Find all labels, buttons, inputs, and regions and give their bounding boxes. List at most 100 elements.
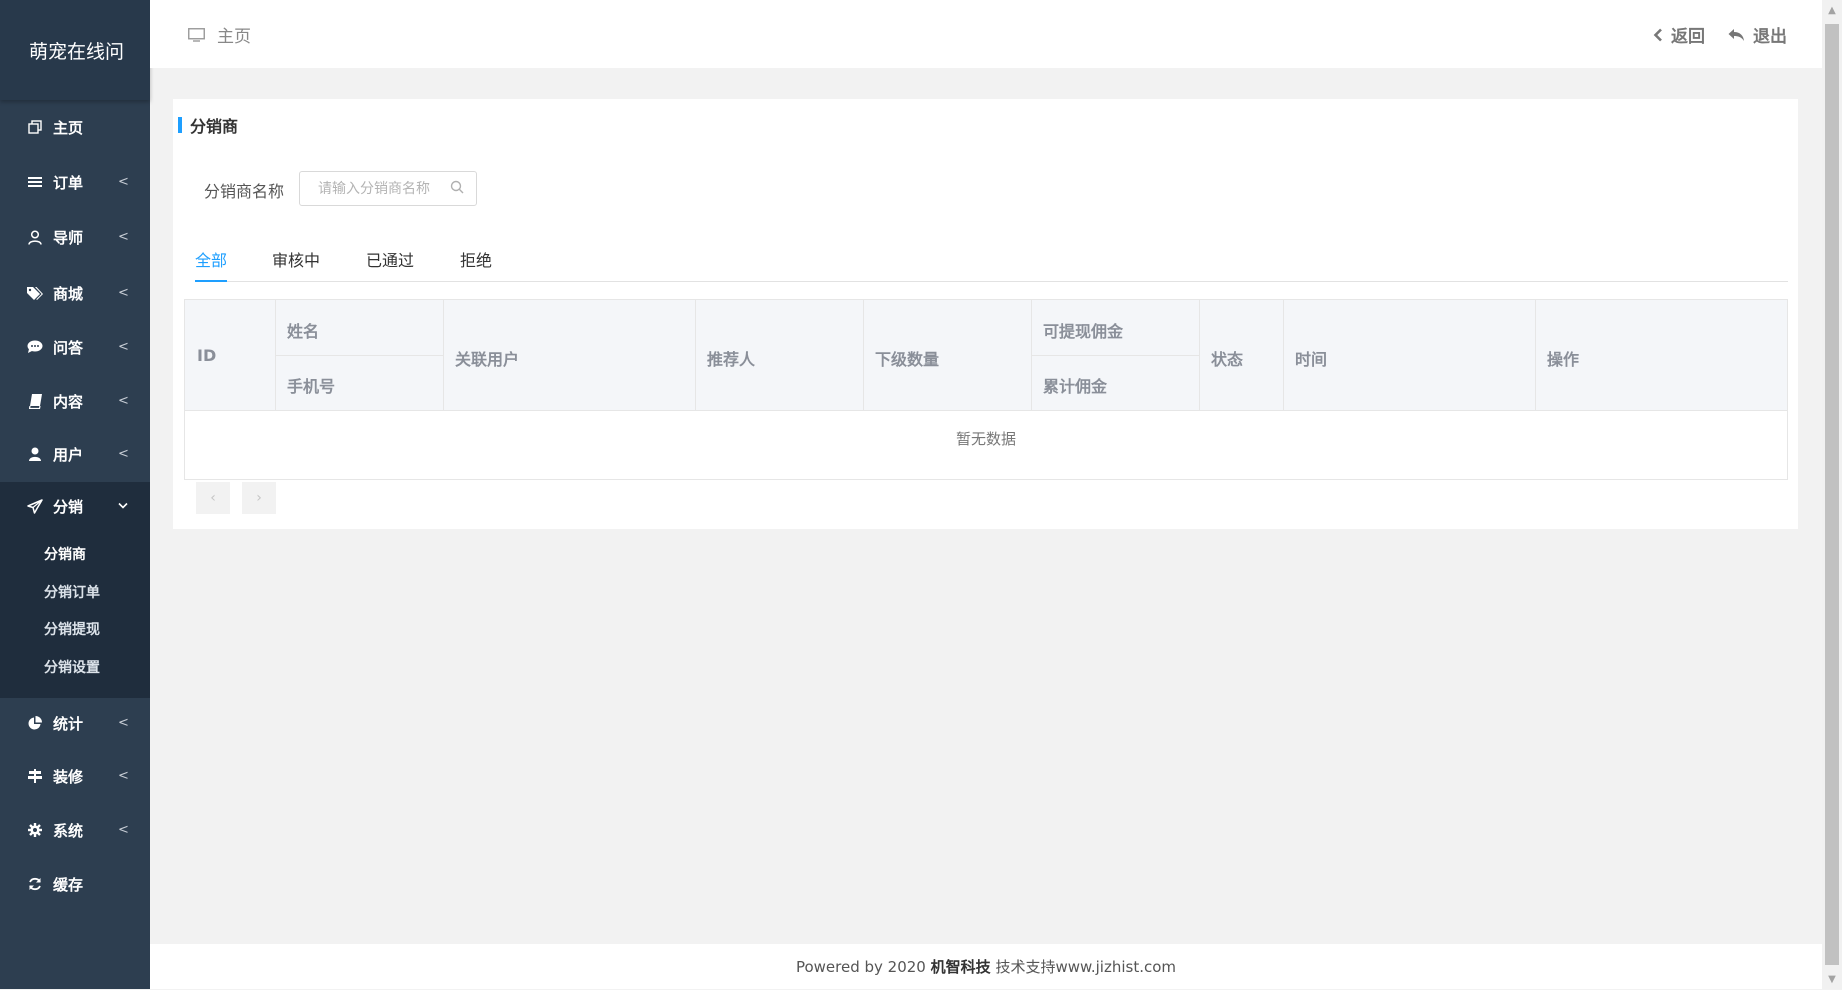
submenu-item-distribution-settings[interactable]: 分销设置: [44, 657, 100, 677]
distributor-table: ID 姓名 手机号 关联用户 推荐人 下级数量 可提现佣金 累计佣金 状态 时间…: [184, 299, 1788, 480]
sidebar-item-system[interactable]: 系统 <: [0, 805, 150, 855]
col-header-linked-user: 关联用户: [455, 350, 520, 369]
footer: Powered by 2020 机智科技 技术支持www.jizhist.com: [150, 944, 1822, 989]
sidebar-item-label: 统计: [53, 714, 84, 733]
pie-chart-icon: [27, 715, 43, 731]
sidebar-item-cache[interactable]: 缓存: [0, 859, 150, 909]
chevron-left-icon: <: [118, 393, 129, 409]
book-icon: [27, 393, 43, 409]
col-header-status: 状态: [1211, 350, 1244, 369]
card-title: 分销商: [178, 113, 238, 137]
col-header-phone: 手机号: [287, 377, 336, 396]
back-label: 返回: [1671, 27, 1705, 47]
search-icon[interactable]: [450, 180, 464, 194]
chevron-left-icon: <: [118, 822, 129, 838]
breadcrumb[interactable]: 主页: [188, 22, 251, 47]
sidebar-item-stats[interactable]: 统计 <: [0, 698, 150, 748]
chat-icon: [27, 339, 43, 355]
sidebar-item-label: 主页: [53, 118, 84, 137]
filter-label: 分销商名称: [204, 182, 285, 201]
prev-page-button[interactable]: ‹: [196, 482, 230, 514]
refresh-icon: [27, 876, 43, 892]
sidebar-item-distribution[interactable]: 分销: [0, 482, 150, 530]
sidebar-item-qa[interactable]: 问答 <: [0, 322, 150, 372]
submenu-item-distribution-orders[interactable]: 分销订单: [44, 582, 100, 602]
sidebar-item-label: 系统: [53, 821, 84, 840]
tab-reviewing[interactable]: 审核中: [272, 247, 320, 281]
chevron-left-icon: <: [118, 229, 129, 245]
distribution-submenu: 分销商 分销订单 分销提现 分销设置: [0, 530, 150, 698]
col-header-subordinates: 下级数量: [875, 350, 940, 369]
gear-icon: [27, 822, 43, 838]
scroll-up-icon[interactable]: ▲: [1822, 0, 1842, 20]
chevron-left-icon: [1653, 28, 1662, 41]
chevron-left-icon: <: [118, 339, 129, 355]
copy-icon: [27, 119, 43, 135]
chevron-left-icon: ‹: [210, 490, 216, 506]
status-tabs: 全部 审核中 已通过 拒绝: [195, 247, 1788, 282]
sidebar-item-users[interactable]: 用户 <: [0, 429, 150, 479]
back-button[interactable]: 返回: [1653, 22, 1705, 47]
col-header-total-commission: 累计佣金: [1043, 377, 1108, 396]
footer-company: 机智科技: [930, 958, 991, 976]
title-accent-bar: [178, 117, 182, 133]
sidebar-item-label: 用户: [53, 445, 84, 464]
sidebar-item-mentors[interactable]: 导师 <: [0, 212, 150, 262]
col-header-time: 时间: [1295, 350, 1328, 369]
sidebar-item-label: 商城: [53, 284, 84, 303]
sidebar-item-mall[interactable]: 商城 <: [0, 268, 150, 318]
footer-suffix: 技术支持www.jizhist.com: [995, 958, 1177, 976]
col-header-id: ID: [197, 346, 217, 365]
sidebar-item-label: 问答: [53, 338, 84, 357]
sidebar-item-label: 分销: [53, 497, 84, 516]
tags-icon: [27, 285, 43, 301]
sidebar: 萌宠在线问 主页 订单 < 导师 < 商城 < 问答 < 内容 < 用户 < 分…: [0, 0, 150, 989]
page-scrollbar[interactable]: ▲ ▼: [1822, 0, 1842, 989]
sidebar-item-label: 缓存: [53, 875, 84, 894]
card-title-text: 分销商: [190, 117, 239, 136]
col-header-name: 姓名: [287, 322, 320, 341]
app-logo[interactable]: 萌宠在线问: [0, 0, 150, 100]
tab-all[interactable]: 全部: [195, 247, 228, 282]
distributor-card: 分销商 分销商名称 全部 审核中 已通过 拒绝 ID 姓名 手机号 关联用户 推…: [173, 99, 1798, 529]
chevron-left-icon: <: [118, 768, 129, 784]
top-header: 主页 返回 退出: [150, 0, 1822, 68]
submenu-item-distributors[interactable]: 分销商: [44, 544, 86, 564]
submenu-item-distribution-withdraw[interactable]: 分销提现: [44, 619, 100, 639]
sidebar-item-label: 导师: [53, 228, 84, 247]
col-header-withdrawable: 可提现佣金: [1043, 322, 1124, 341]
paper-plane-icon: [27, 498, 43, 514]
col-header-actions: 操作: [1547, 350, 1580, 369]
chevron-right-icon: ›: [256, 490, 262, 506]
table-header: ID 姓名 手机号 关联用户 推荐人 下级数量 可提现佣金 累计佣金 状态 时间…: [185, 300, 1787, 411]
scrollbar-thumb[interactable]: [1825, 24, 1839, 965]
list-icon: [27, 174, 43, 190]
empty-state: 暂无数据: [955, 430, 1016, 448]
breadcrumb-home: 主页: [217, 27, 251, 47]
user-icon: [27, 229, 43, 245]
chevron-left-icon: <: [118, 285, 129, 301]
chevron-left-icon: <: [118, 446, 129, 462]
sidebar-item-label: 订单: [53, 173, 84, 192]
signpost-icon: [27, 768, 43, 784]
person-icon: [27, 446, 43, 462]
col-header-referrer: 推荐人: [707, 350, 756, 369]
tab-approved[interactable]: 已通过: [366, 247, 414, 281]
sidebar-item-home[interactable]: 主页: [0, 102, 150, 152]
chevron-down-icon: [118, 499, 128, 514]
logout-button[interactable]: 退出: [1728, 22, 1787, 47]
reply-icon: [1728, 28, 1744, 41]
next-page-button[interactable]: ›: [242, 482, 276, 514]
chevron-left-icon: <: [118, 174, 129, 190]
sidebar-item-label: 内容: [53, 392, 84, 411]
tab-rejected[interactable]: 拒绝: [460, 247, 492, 281]
chevron-left-icon: <: [118, 715, 129, 731]
sidebar-item-orders[interactable]: 订单 <: [0, 157, 150, 207]
sidebar-item-content[interactable]: 内容 <: [0, 376, 150, 426]
logout-label: 退出: [1753, 27, 1787, 47]
monitor-icon: [188, 27, 205, 42]
sidebar-item-label: 装修: [53, 767, 84, 786]
scroll-down-icon[interactable]: ▼: [1822, 969, 1842, 989]
sidebar-item-decoration[interactable]: 装修 <: [0, 751, 150, 801]
footer-prefix: Powered by 2020: [795, 958, 926, 976]
